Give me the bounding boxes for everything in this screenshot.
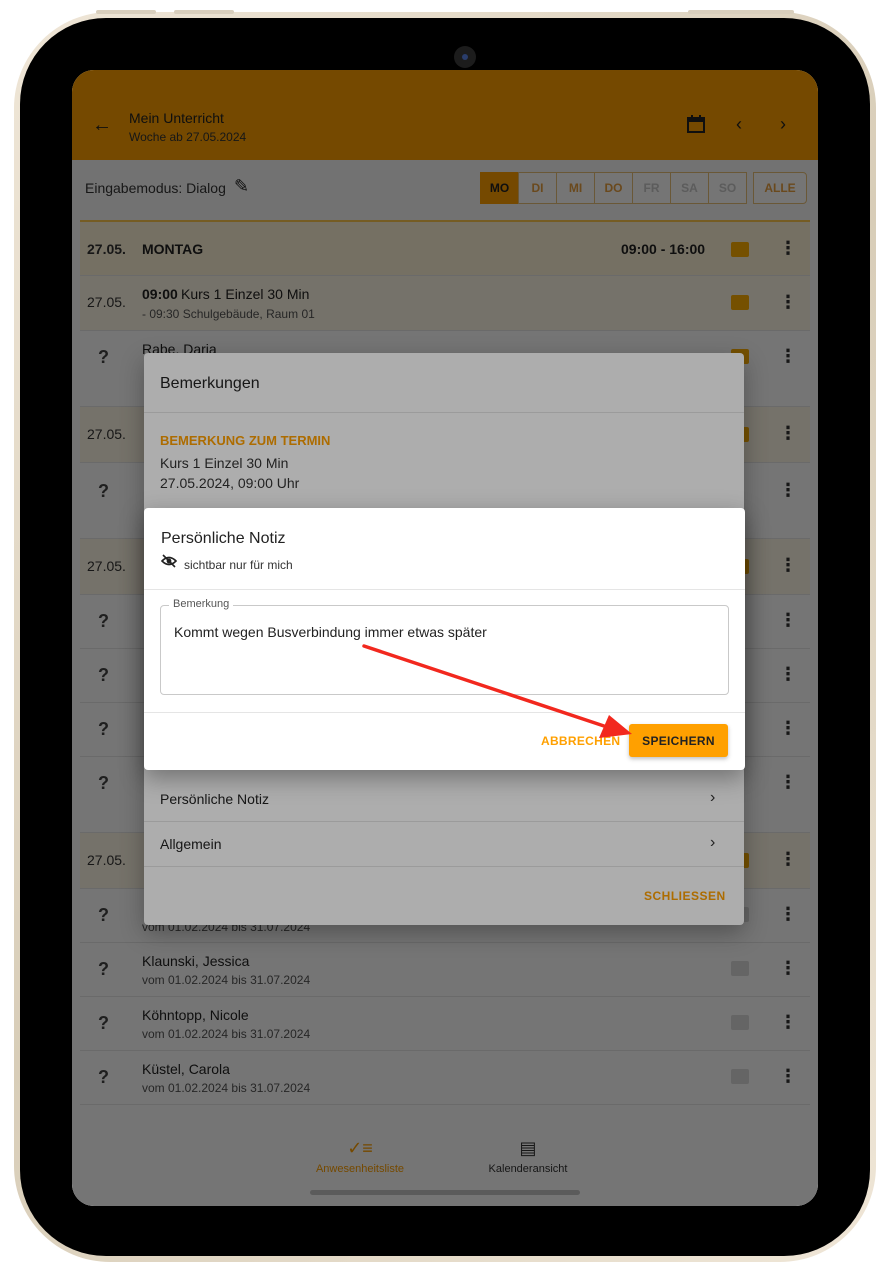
divider — [144, 712, 745, 713]
field-label: Bemerkung — [169, 598, 234, 610]
volume-button — [96, 10, 156, 14]
eye-off-icon — [160, 554, 178, 571]
app-screen: ← Mein Unterricht Woche ab 27.05.2024 ‹ … — [72, 70, 818, 1206]
personal-note-dialog: Persönliche Notiz sichtbar nur für mich … — [144, 508, 745, 770]
volume-button — [174, 10, 234, 14]
save-button[interactable]: SPEICHERN — [629, 724, 728, 757]
power-button — [688, 10, 794, 14]
dialog-title: Persönliche Notiz — [161, 530, 286, 547]
divider — [144, 589, 745, 590]
visibility-hint: sichtbar nur für mich — [184, 558, 293, 572]
camera-icon — [454, 46, 476, 68]
remark-textarea[interactable]: Bemerkung Kommt wegen Busverbindung imme… — [160, 598, 729, 695]
cancel-button[interactable]: ABBRECHEN — [541, 734, 620, 748]
field-value: Kommt wegen Busverbindung immer etwas sp… — [174, 624, 487, 640]
